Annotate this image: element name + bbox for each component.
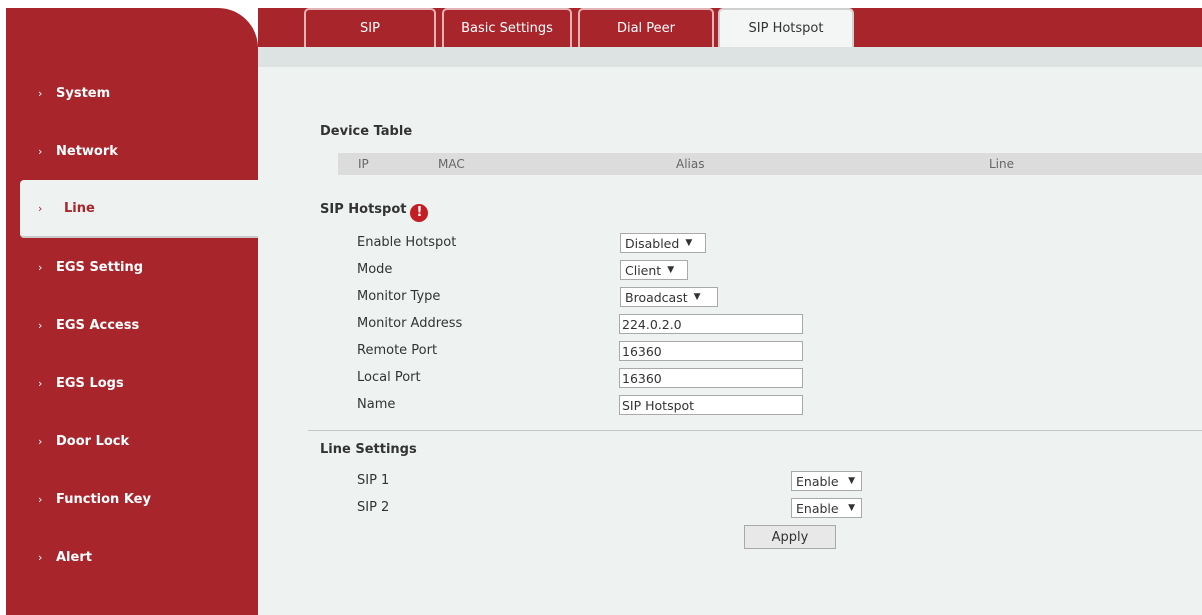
column-header-line: Line: [989, 157, 1015, 171]
device-table-header: IP MAC Alias Line: [338, 153, 1202, 175]
sidebar-item-label: EGS Access: [56, 317, 140, 333]
sidebar: › System › Network › Line › EGS Setting › EGS…: [6, 8, 258, 615]
column-header-ip: IP: [358, 157, 369, 171]
tab-sip[interactable]: SIP: [304, 8, 436, 47]
chevron-right-icon: ›: [38, 492, 43, 506]
monitor-type-value: Broadcast: [625, 289, 688, 305]
monitor-address-label: Monitor Address: [357, 316, 463, 331]
content-header-strip: [258, 47, 1202, 67]
sip2-label: SIP 2: [357, 500, 390, 515]
apply-button[interactable]: Apply: [744, 525, 836, 549]
sip2-select[interactable]: Enable ▼: [791, 498, 862, 518]
chevron-right-icon: ›: [38, 434, 43, 448]
local-port-label: Local Port: [357, 370, 421, 385]
dropdown-arrow-icon: ▼: [667, 265, 675, 275]
sidebar-item-function-key[interactable]: › Function Key: [6, 470, 258, 528]
sidebar-item-label: Function Key: [56, 491, 151, 507]
sidebar-item-system[interactable]: › System: [6, 64, 258, 122]
sip1-label: SIP 1: [357, 473, 390, 488]
sip1-value: Enable: [796, 473, 839, 489]
mode-label: Mode: [357, 262, 393, 277]
dropdown-arrow-icon: ▼: [848, 503, 855, 513]
enable-hotspot-value: Disabled: [625, 235, 680, 251]
remote-port-input[interactable]: [619, 341, 803, 361]
chevron-right-icon: ›: [38, 201, 43, 215]
monitor-type-label: Monitor Type: [357, 289, 441, 304]
tab-basic-settings[interactable]: Basic Settings: [442, 8, 572, 47]
chevron-right-icon: ›: [38, 260, 43, 274]
sidebar-item-door-lock[interactable]: › Door Lock: [6, 412, 258, 470]
sip-hotspot-title: SIP Hotspot: [320, 202, 407, 217]
chevron-right-icon: ›: [38, 550, 43, 564]
local-port-input[interactable]: [619, 368, 803, 388]
sidebar-item-label: Network: [56, 143, 118, 159]
chevron-right-icon: ›: [38, 144, 43, 158]
sidebar-item-label: EGS Logs: [56, 375, 124, 391]
sidebar-item-label: Line: [64, 200, 95, 216]
chevron-right-icon: ›: [38, 86, 43, 100]
mode-select[interactable]: Client ▼: [620, 260, 688, 280]
sidebar-item-egs-logs[interactable]: › EGS Logs: [6, 354, 258, 412]
sidebar-item-label: Alert: [56, 549, 92, 565]
column-header-mac: MAC: [438, 157, 465, 171]
sidebar-item-egs-access[interactable]: › EGS Access: [6, 296, 258, 354]
sip1-select[interactable]: Enable ▼: [791, 471, 862, 491]
enable-hotspot-select[interactable]: Disabled ▼: [620, 233, 706, 253]
main-content: Device Table IP MAC Alias Line SIP Hotsp…: [258, 67, 1202, 615]
name-label: Name: [357, 397, 396, 412]
enable-hotspot-label: Enable Hotspot: [357, 235, 457, 250]
column-header-alias: Alias: [676, 157, 705, 171]
chevron-right-icon: ›: [38, 376, 43, 390]
tab-sip-hotspot[interactable]: SIP Hotspot: [718, 8, 854, 47]
sidebar-item-egs-setting[interactable]: › EGS Setting: [6, 238, 258, 296]
monitor-address-input[interactable]: [619, 314, 803, 334]
remote-port-label: Remote Port: [357, 343, 438, 358]
tab-dial-peer[interactable]: Dial Peer: [578, 8, 714, 47]
dropdown-arrow-icon: ▼: [685, 238, 693, 248]
section-divider: [308, 430, 1202, 431]
sidebar-nav: › System › Network › Line › EGS Setting › EGS…: [6, 64, 258, 586]
sidebar-item-network[interactable]: › Network: [6, 122, 258, 180]
mode-value: Client: [625, 262, 662, 278]
tab-bar: SIP Basic Settings Dial Peer SIP Hotspot: [258, 8, 1202, 47]
sidebar-item-alert[interactable]: › Alert: [6, 528, 258, 586]
sidebar-item-line[interactable]: › Line: [20, 180, 258, 238]
help-icon[interactable]: !: [410, 204, 429, 222]
device-table-title: Device Table: [320, 124, 413, 139]
chevron-right-icon: ›: [38, 318, 43, 332]
line-settings-title: Line Settings: [320, 442, 417, 457]
dropdown-arrow-icon: ▼: [693, 292, 701, 302]
name-input[interactable]: [619, 395, 803, 415]
sidebar-item-label: System: [56, 85, 111, 101]
sidebar-item-label: EGS Setting: [56, 259, 144, 275]
monitor-type-select[interactable]: Broadcast ▼: [620, 287, 718, 307]
dropdown-arrow-icon: ▼: [848, 476, 855, 486]
sidebar-item-label: Door Lock: [56, 433, 130, 449]
sip-hotspot-section: SIP Hotspot!: [320, 202, 429, 222]
sip2-value: Enable: [796, 500, 839, 516]
